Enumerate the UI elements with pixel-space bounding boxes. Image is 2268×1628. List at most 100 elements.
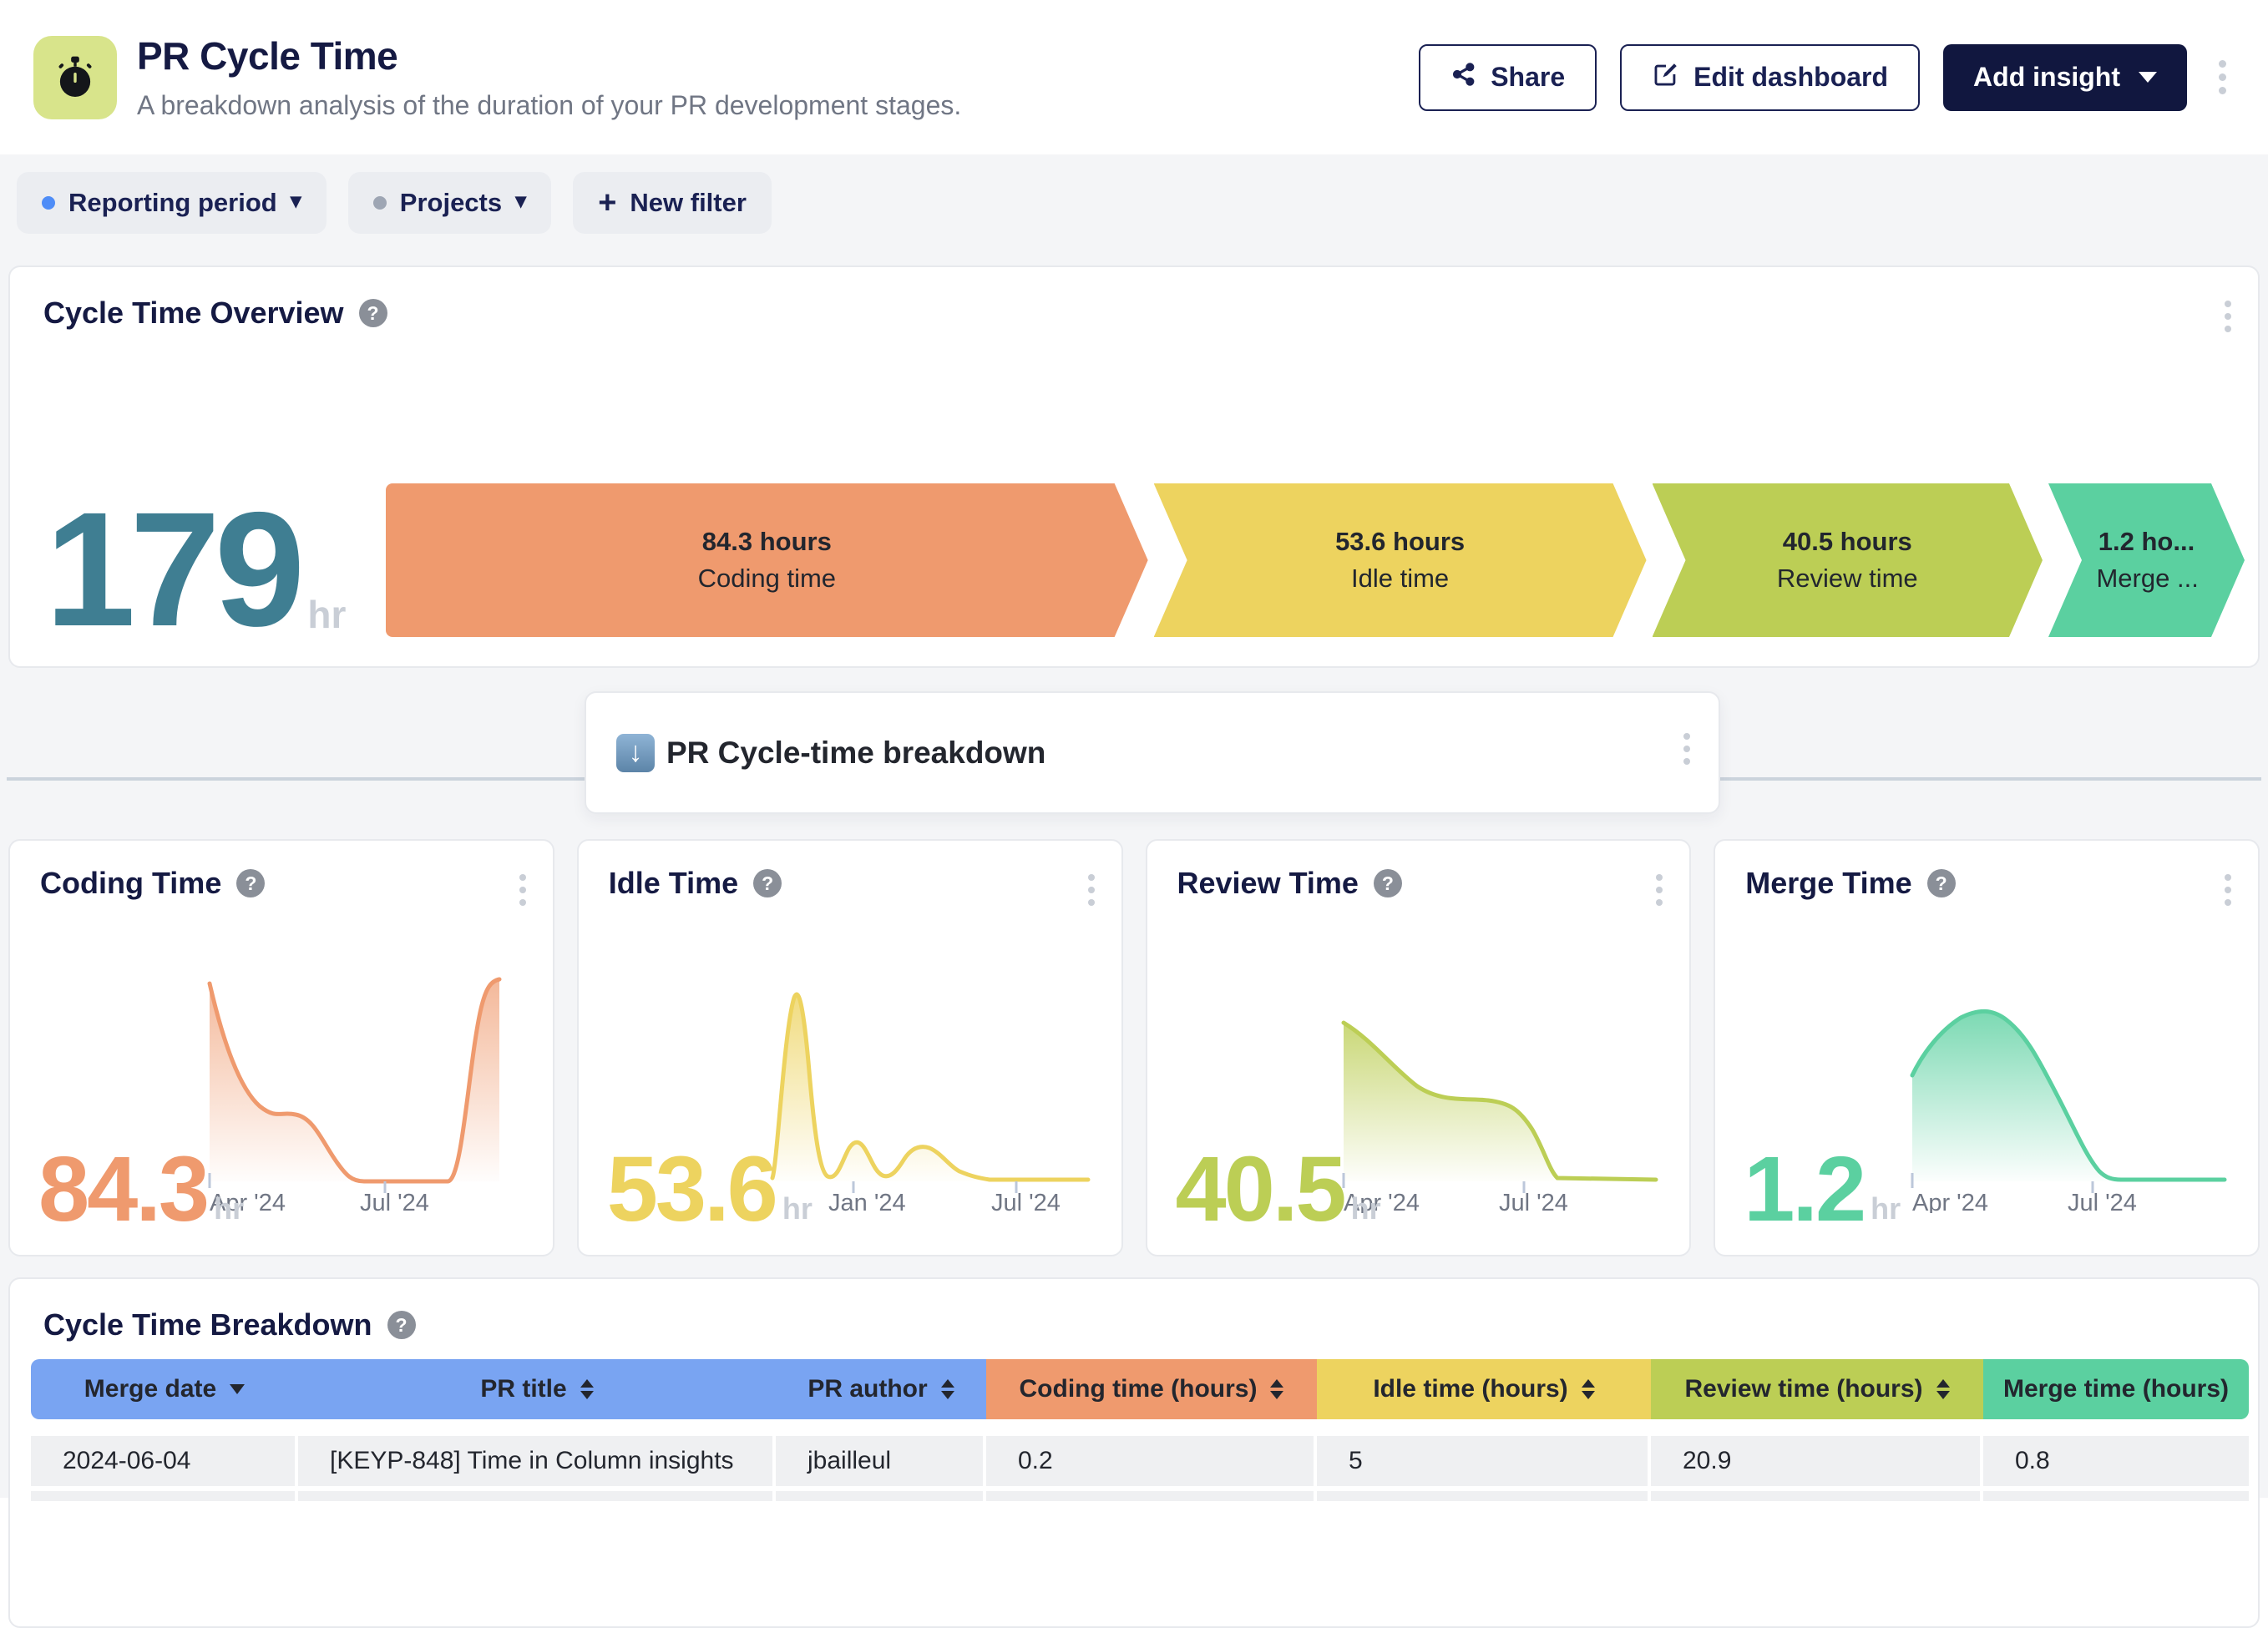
merge-time-sparkline: Apr '24 Jul '24 (1902, 963, 2236, 1213)
gray-dot-icon (373, 196, 387, 210)
coding-time-value: 84.3 hr (38, 1153, 244, 1226)
funnel-stage-review: 40.5 hours Review time (1653, 483, 2043, 637)
review-kebab-menu[interactable] (1648, 866, 1671, 914)
x-tick: Apr '24 (1912, 1190, 1988, 1213)
column-label: Merge date (84, 1375, 216, 1403)
sort-icon (580, 1379, 594, 1399)
x-tick: Jul '24 (1499, 1190, 1568, 1213)
merge-time-card: Merge Time ? Apr '24 Jul '24 1. (1714, 839, 2260, 1256)
help-icon[interactable]: ? (1374, 869, 1402, 897)
idle-time-value: 53.6 hr (607, 1153, 813, 1226)
idle-time-title: Idle Time (609, 866, 738, 901)
column-header-review-time[interactable]: Review time (hours) (1651, 1359, 1983, 1419)
down-arrow-emoji-icon: ↓ (616, 734, 655, 772)
help-icon[interactable]: ? (387, 1311, 416, 1339)
column-header-coding-time[interactable]: Coding time (hours) (986, 1359, 1317, 1419)
column-header-pr-author[interactable]: PR author (776, 1359, 986, 1419)
funnel-stage-idle: 53.6 hours Idle time (1154, 483, 1647, 637)
help-icon[interactable]: ? (359, 299, 387, 327)
cell-pr-author: jbailleul (776, 1436, 986, 1486)
coding-time-title: Coding Time (40, 866, 221, 901)
value-number: 1.2 (1744, 1153, 1864, 1226)
column-label: PR title (480, 1375, 566, 1403)
cell-pr-title: [KEYP-848] Time in Column insights (298, 1436, 776, 1486)
add-insight-button[interactable]: Add insight (1943, 44, 2187, 111)
idle-time-card: Idle Time ? Jan '24 Jul '24 53. (577, 839, 1123, 1256)
funnel-stage-coding: 84.3 hours Coding time (386, 483, 1148, 637)
sort-icon (941, 1379, 954, 1399)
share-button[interactable]: Share (1419, 44, 1597, 111)
metric-cards-row: Coding Time ? Apr '24 Jul '24 8 (8, 839, 2260, 1256)
page-title: PR Cycle Time (137, 33, 1419, 78)
value-number: 84.3 (38, 1153, 207, 1226)
merge-card-header: Merge Time ? (1715, 841, 2258, 901)
breakdown-kebab-menu[interactable] (1675, 725, 1698, 773)
help-icon[interactable]: ? (236, 869, 265, 897)
new-filter-button[interactable]: + New filter (573, 172, 772, 234)
table-row-partial (31, 1491, 2237, 1501)
funnel-stage-merge: 1.2 ho... Merge ... (2048, 483, 2245, 637)
idle-time-sparkline: Jan '24 Jul '24 (766, 963, 1100, 1213)
chevron-down-icon: ▾ (515, 188, 526, 214)
coding-kebab-menu[interactable] (511, 866, 534, 914)
page-body: Reporting period ▾ Projects ▾ + New filt… (0, 154, 2268, 1498)
cycle-time-breakdown-table-card: Cycle Time Breakdown ? Merge date PR tit… (8, 1277, 2260, 1628)
pr-cycle-time-breakdown-card: ↓ PR Cycle-time breakdown (585, 691, 1720, 814)
edit-dashboard-button[interactable]: Edit dashboard (1620, 44, 1920, 111)
review-card-header: Review Time ? (1147, 841, 1690, 901)
edit-dashboard-label: Edit dashboard (1693, 62, 1888, 93)
table-card-header: Cycle Time Breakdown ? (10, 1279, 2258, 1342)
coding-time-sparkline: Apr '24 Jul '24 (197, 963, 531, 1213)
overview-kebab-menu[interactable] (2216, 292, 2240, 341)
table-title: Cycle Time Breakdown (43, 1307, 372, 1342)
column-label: Review time (hours) (1684, 1375, 1922, 1403)
help-icon[interactable]: ? (1927, 869, 1956, 897)
table-row[interactable]: 2024-06-04 [KEYP-848] Time in Column ins… (31, 1436, 2237, 1486)
column-header-idle-time[interactable]: Idle time (hours) (1317, 1359, 1651, 1419)
filter-projects[interactable]: Projects ▾ (348, 172, 551, 234)
idle-kebab-menu[interactable] (1080, 866, 1103, 914)
column-label: Idle time (hours) (1373, 1375, 1567, 1403)
breakdown-card-title: PR Cycle-time breakdown (666, 736, 1045, 771)
new-filter-label: New filter (630, 188, 747, 218)
column-label: PR author (807, 1375, 927, 1403)
column-label: Merge time (hours) (2003, 1375, 2229, 1403)
sort-icon (1270, 1379, 1283, 1399)
filter-projects-label: Projects (400, 188, 502, 218)
column-header-pr-title[interactable]: PR title (298, 1359, 776, 1419)
filter-reporting-period-label: Reporting period (68, 188, 277, 218)
total-cycle-time-value: 179 (45, 503, 299, 637)
stage-label: Merge ... (2096, 564, 2196, 594)
x-tick: Jul '24 (991, 1190, 1061, 1213)
review-time-card: Review Time ? Apr '24 Jul '24 4 (1146, 839, 1692, 1256)
merge-time-value: 1.2 hr (1744, 1153, 1901, 1226)
x-tick: Jul '24 (360, 1190, 429, 1213)
x-tick: Jul '24 (2068, 1190, 2137, 1213)
stage-value: 1.2 ho... (2098, 527, 2195, 557)
cell-merge-time: 0.8 (1983, 1436, 2249, 1486)
merge-kebab-menu[interactable] (2216, 866, 2240, 914)
filter-reporting-period[interactable]: Reporting period ▾ (17, 172, 327, 234)
stage-value: 40.5 hours (1783, 527, 1912, 557)
sort-icon (1936, 1379, 1950, 1399)
header-kebab-menu[interactable] (2210, 52, 2235, 103)
header-actions: Share Edit dashboard Add insight (1419, 44, 2235, 111)
overview-card-header: Cycle Time Overview ? (10, 267, 2258, 331)
value-unit: hr (782, 1191, 813, 1226)
stage-label: Idle time (1351, 564, 1449, 594)
column-label: Coding time (hours) (1020, 1375, 1258, 1403)
help-icon[interactable]: ? (753, 869, 782, 897)
plus-icon: + (598, 187, 616, 219)
column-header-merge-time[interactable]: Merge time (hours) (1983, 1359, 2249, 1419)
sort-desc-icon (230, 1384, 245, 1394)
value-unit: hr (214, 1191, 244, 1226)
chevron-down-icon: ▾ (291, 188, 301, 214)
cell-coding-time: 0.2 (986, 1436, 1317, 1486)
cell-idle-time: 5 (1317, 1436, 1651, 1486)
x-tick: Jan '24 (828, 1190, 906, 1213)
chevron-down-icon (2139, 72, 2157, 83)
column-header-merge-date[interactable]: Merge date (31, 1359, 298, 1419)
add-insight-label: Add insight (1973, 62, 2120, 93)
value-number: 53.6 (607, 1153, 776, 1226)
value-unit: hr (1871, 1191, 1901, 1226)
